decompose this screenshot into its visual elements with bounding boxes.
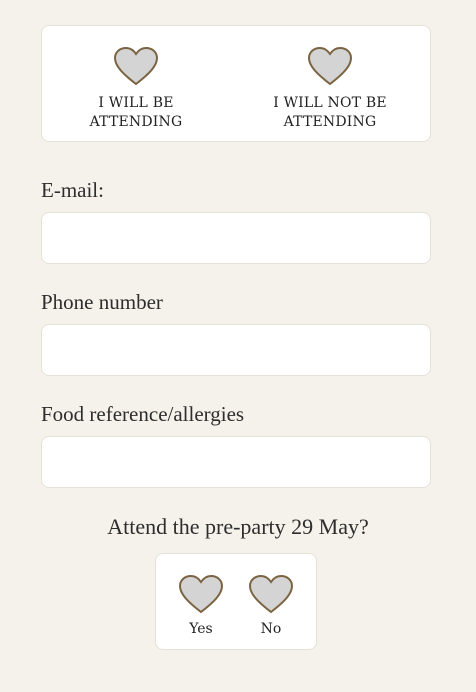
phone-label: Phone number: [41, 290, 163, 314]
phone-field[interactable]: [41, 324, 431, 376]
heart-icon: [248, 575, 294, 614]
preparty-no-option[interactable]: No: [236, 554, 306, 649]
preparty-yes-label: Yes: [189, 621, 213, 637]
email-field[interactable]: [41, 212, 431, 264]
attending-option[interactable]: I WILL BE ATTENDING: [42, 26, 230, 141]
preparty-no-label: No: [260, 621, 282, 637]
email-label: E-mail:: [41, 178, 104, 202]
preparty-question: Attend the pre-party 29 May?: [107, 514, 369, 539]
preparty-selector: Yes No: [155, 553, 317, 650]
heart-icon: [113, 47, 159, 86]
heart-icon: [178, 575, 224, 614]
food-allergies-field[interactable]: [41, 436, 431, 488]
preparty-yes-option[interactable]: Yes: [166, 554, 236, 649]
not-attending-label: I WILL NOT BE ATTENDING: [273, 95, 387, 130]
heart-icon: [307, 47, 353, 86]
food-label: Food reference/allergies: [41, 402, 245, 426]
attendance-selector: I WILL BE ATTENDING I WILL NOT BE ATTEND…: [41, 25, 431, 142]
attending-label: I WILL BE ATTENDING: [89, 95, 183, 130]
not-attending-option[interactable]: I WILL NOT BE ATTENDING: [230, 26, 430, 141]
